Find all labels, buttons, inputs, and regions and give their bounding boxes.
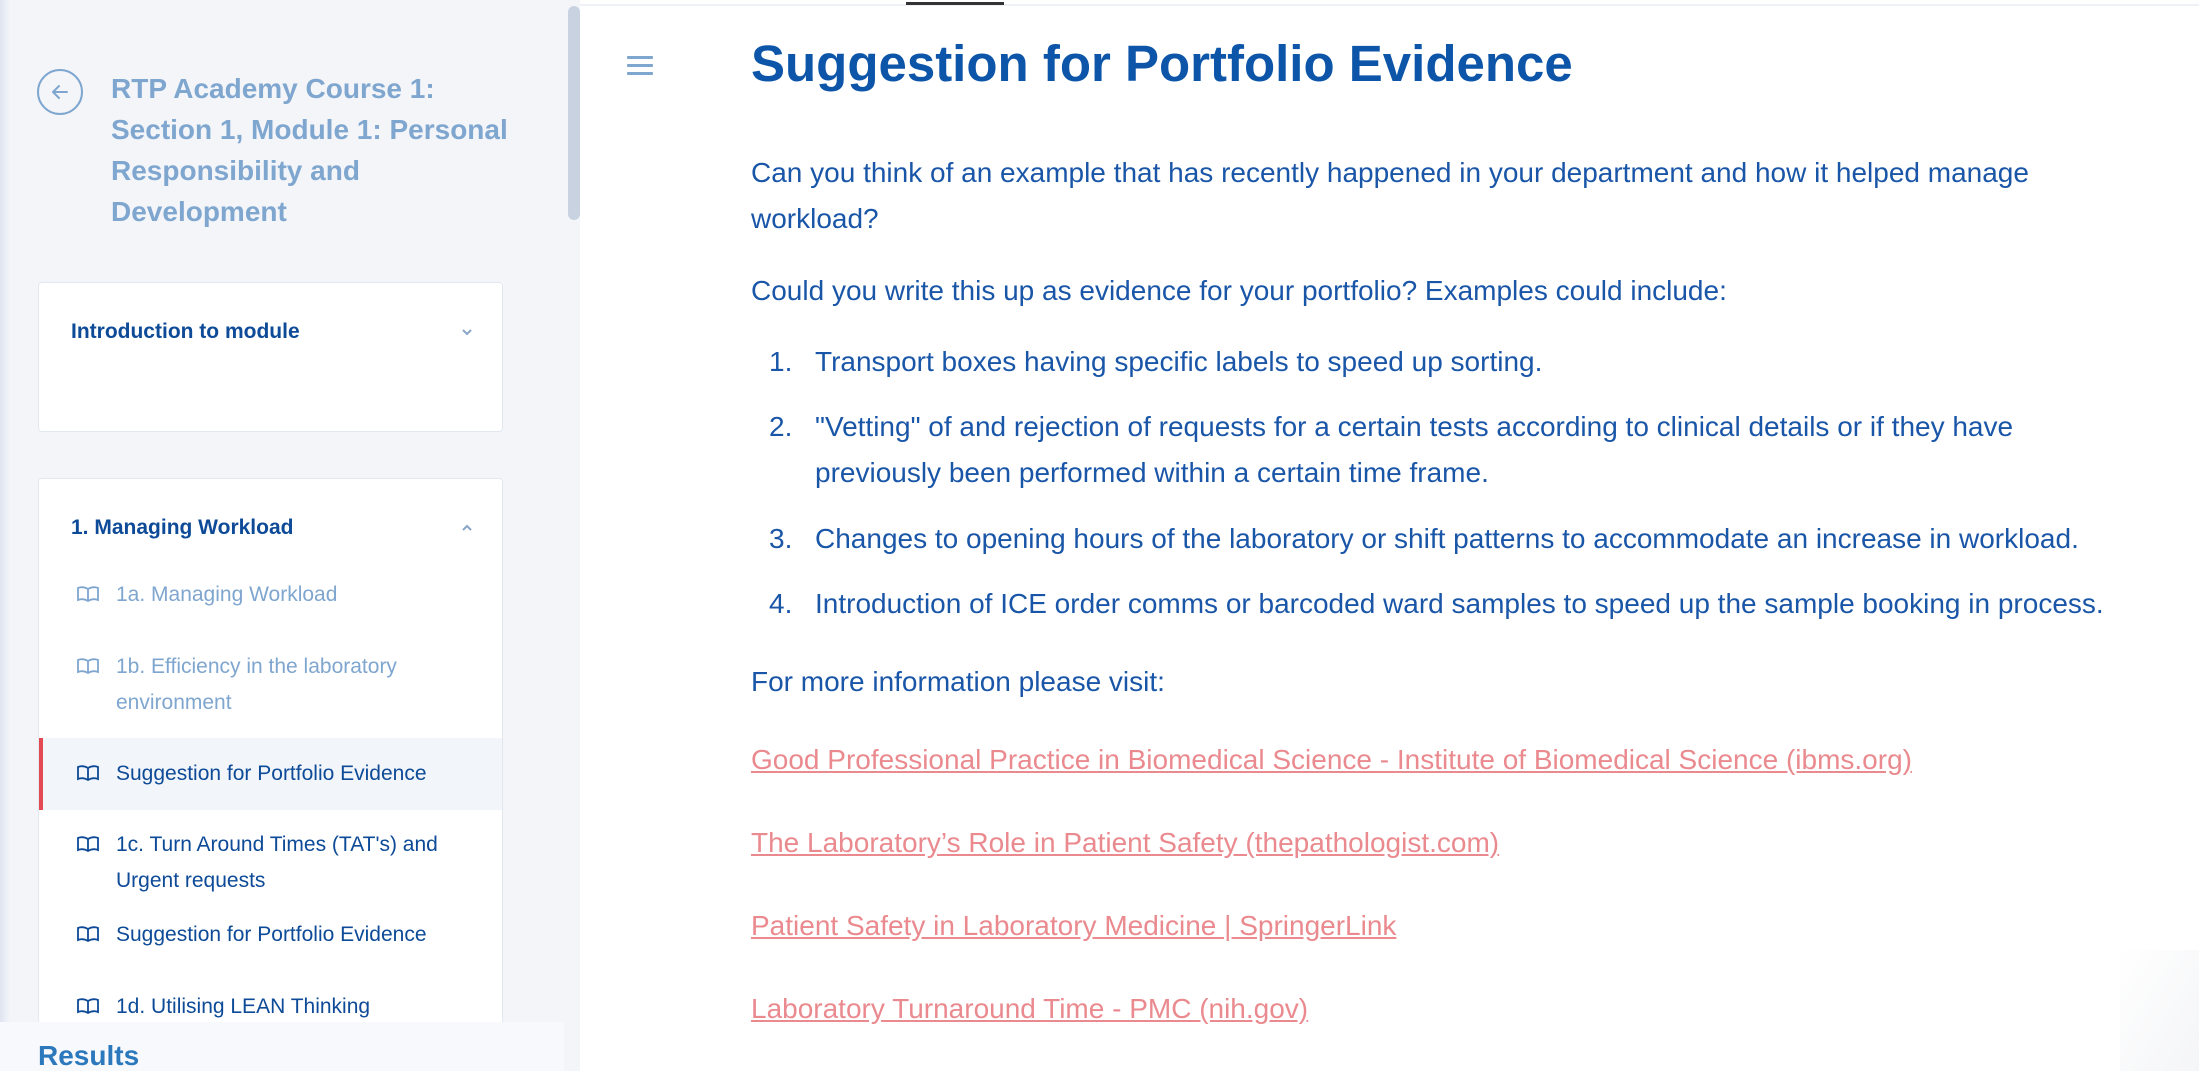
sidebar-edge-shadow xyxy=(0,0,10,1071)
page-title: Suggestion for Portfolio Evidence xyxy=(751,35,1573,92)
course-sidebar: RTP Academy Course 1: Section 1, Module … xyxy=(0,0,580,1071)
example-text: "Vetting" of and rejection of requests f… xyxy=(815,411,2014,488)
example-number: 1. xyxy=(769,346,793,377)
section-header-introduction[interactable]: Introduction to module xyxy=(71,317,474,347)
example-text: Introduction of ICE order comms or barco… xyxy=(815,588,2104,619)
chevron-down-icon xyxy=(462,329,472,336)
hamburger-menu-icon[interactable] xyxy=(627,56,653,76)
resource-link-springer[interactable]: Patient Safety in Laboratory Medicine | … xyxy=(751,906,1396,946)
section-title: Introduction to module xyxy=(71,320,300,343)
resource-link-ibms[interactable]: Good Professional Practice in Biomedical… xyxy=(751,740,1912,780)
book-open-icon xyxy=(77,765,99,782)
top-divider xyxy=(580,4,2199,6)
chevron-up-icon xyxy=(462,524,472,531)
lesson-item-1d[interactable]: 1d. Utilising LEAN Thinking xyxy=(39,989,502,1025)
section-card-introduction: Introduction to module xyxy=(38,282,503,432)
lesson-label: 1b. Efficiency in the laboratory environ… xyxy=(116,655,397,714)
lesson-label: Suggestion for Portfolio Evidence xyxy=(116,762,427,785)
book-open-icon xyxy=(77,658,99,675)
lesson-item-portfolio[interactable]: Suggestion for Portfolio Evidence xyxy=(39,917,502,953)
arrow-left-icon xyxy=(52,85,68,99)
example-number: 4. xyxy=(769,588,793,619)
lesson-item-portfolio-active[interactable]: Suggestion for Portfolio Evidence xyxy=(39,738,502,810)
resource-link-pmc[interactable]: Laboratory Turnaround Time - PMC (nih.go… xyxy=(751,989,1308,1029)
question-paragraph: Could you write this up as evidence for … xyxy=(751,275,1727,306)
sidebar-scrollbar-thumb[interactable] xyxy=(568,6,580,220)
lesson-label: 1a. Managing Workload xyxy=(116,583,338,606)
lesson-label: 1c. Turn Around Times (TAT's) and Urgent… xyxy=(116,833,438,892)
more-info-label: For more information please visit: xyxy=(751,666,1165,697)
lesson-item-1a[interactable]: 1a. Managing Workload xyxy=(39,577,502,613)
lesson-label: Suggestion for Portfolio Evidence xyxy=(116,923,427,946)
intro-paragraph: Can you think of an example that has rec… xyxy=(751,157,2029,234)
example-number: 3. xyxy=(769,523,793,554)
course-title: RTP Academy Course 1: Section 1, Module … xyxy=(111,73,508,227)
example-number: 2. xyxy=(769,411,793,442)
corner-fade xyxy=(2120,950,2199,1071)
back-button[interactable] xyxy=(37,69,83,115)
book-open-icon xyxy=(77,836,99,853)
section-card-managing-workload: 1. Managing Workload 1a. Managing Worklo… xyxy=(38,478,503,1071)
lesson-label: 1d. Utilising LEAN Thinking xyxy=(116,995,371,1018)
book-open-icon xyxy=(77,998,99,1015)
results-link[interactable]: Results xyxy=(38,1040,139,1071)
section-header-managing-workload[interactable]: 1. Managing Workload xyxy=(71,513,474,543)
book-open-icon xyxy=(77,926,99,943)
section-title: 1. Managing Workload xyxy=(71,516,294,539)
progress-indicator xyxy=(906,2,1004,5)
lesson-item-1b[interactable]: 1b. Efficiency in the laboratory environ… xyxy=(39,649,502,721)
example-text: Changes to opening hours of the laborato… xyxy=(815,523,2079,554)
resource-link-pathologist[interactable]: The Laboratory’s Role in Patient Safety … xyxy=(751,823,1499,863)
book-open-icon xyxy=(77,586,99,603)
lesson-item-1c[interactable]: 1c. Turn Around Times (TAT's) and Urgent… xyxy=(39,827,502,899)
example-text: Transport boxes having specific labels t… xyxy=(815,346,1543,377)
